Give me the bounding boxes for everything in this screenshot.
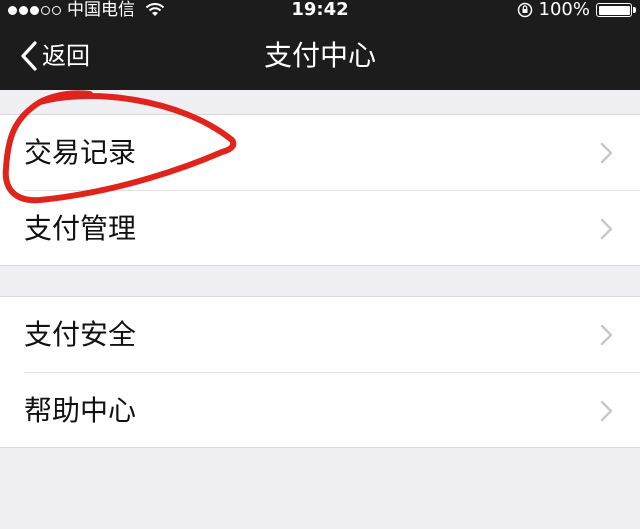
menu-item-label: 支付安全 xyxy=(24,318,137,351)
status-right: 100% xyxy=(517,0,636,20)
battery-label: 100% xyxy=(538,0,590,20)
battery-icon xyxy=(596,3,636,17)
menu-item-transaction-records[interactable]: 交易记录 xyxy=(0,115,640,190)
chevron-right-icon xyxy=(600,324,613,346)
status-bar: 中国电信 19:42 100% xyxy=(0,0,640,22)
chevron-right-icon xyxy=(600,400,613,422)
menu-item-label: 帮助中心 xyxy=(24,394,137,427)
orientation-lock-icon xyxy=(517,2,532,18)
nav-bar: 返回 支付中心 xyxy=(0,22,640,90)
menu-item-payment-security[interactable]: 支付安全 xyxy=(0,297,640,372)
page-title: 支付中心 xyxy=(263,39,376,72)
screen: 中国电信 19:42 100% 返回 支付中心 交易记录 支付管理 支付安全 帮… xyxy=(0,0,640,529)
menu-group-1: 交易记录 支付管理 xyxy=(0,114,640,266)
menu-item-payment-management[interactable]: 支付管理 xyxy=(24,190,640,266)
chevron-right-icon xyxy=(600,142,613,164)
menu-item-label: 支付管理 xyxy=(24,212,137,245)
menu-item-label: 交易记录 xyxy=(24,136,137,169)
menu-item-help-center[interactable]: 帮助中心 xyxy=(24,372,640,448)
chevron-right-icon xyxy=(600,218,613,240)
menu-group-2: 支付安全 帮助中心 xyxy=(0,296,640,448)
